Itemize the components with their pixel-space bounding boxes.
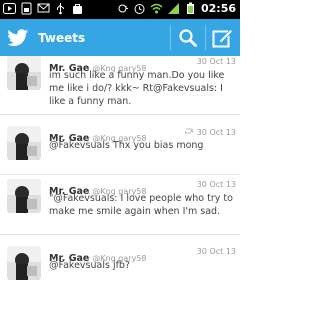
tweet-text: im such like a funny man.Do you like me … — [49, 70, 225, 107]
clock: 02:56 — [200, 2, 236, 15]
tweet-header: Mr. Gae @Kng gary58 30 Oct 13 — [49, 246, 236, 264]
tweet-date: 30 Oct 13 — [196, 57, 236, 66]
tweet-text: "@Fakevsuals: I love people who try to m… — [49, 193, 233, 217]
notification-icon — [37, 3, 50, 13]
usb-icon — [57, 3, 64, 15]
tweet-item[interactable]: Mr. Gae @Kng gary58 30 Oct 13 "@Fakevsual… — [0, 174, 240, 235]
tweet-header: Mr. Gae @Kng gary58 30 Oct 13 — [49, 56, 236, 74]
compose-icon — [212, 28, 234, 47]
wifi-icon — [150, 3, 163, 14]
status-bar: 02:56 — [0, 0, 240, 19]
search-icon — [179, 28, 197, 47]
avatar[interactable] — [7, 179, 41, 213]
tweet-text: @Fakevsuals jfb? — [49, 260, 131, 271]
tweet-list[interactable]: Mr. Gae @Kng gary58 30 Oct 13 im such lik… — [0, 56, 240, 320]
avatar[interactable] — [7, 56, 41, 90]
bag-icon — [73, 4, 82, 14]
tweet-header: Mr. Gae @Kng gary58 30 Oct 13 — [49, 126, 236, 144]
sim-icon — [21, 2, 32, 15]
avatar[interactable] — [7, 126, 41, 160]
tweet-item[interactable]: Mr. Gae @Kng gary58 30 Oct 13 @Fakevsuals… — [0, 234, 240, 320]
tweet-text: @Fakevsuals Thx you bias mong — [49, 140, 204, 151]
avatar[interactable] — [7, 246, 41, 280]
page-title: Tweets — [38, 30, 86, 45]
twitter-bird-icon[interactable] — [7, 28, 29, 47]
tweet-date-wrap: 30 Oct 13 — [184, 127, 236, 137]
tweet-date: 30 Oct 13 — [196, 128, 236, 137]
play-icon — [3, 3, 16, 14]
alarm-icon — [134, 4, 145, 14]
sync-icon — [118, 4, 128, 13]
compose-button[interactable] — [206, 19, 240, 56]
tweet-header: Mr. Gae @Kng gary58 30 Oct 13 — [49, 179, 236, 197]
tweet-item[interactable]: Mr. Gae @Kng gary58 30 Oct 13 @Fakevsuals… — [0, 114, 240, 175]
tweet-item[interactable]: Mr. Gae @Kng gary58 30 Oct 13 im such lik… — [0, 56, 240, 115]
retweet-icon — [184, 128, 194, 134]
action-bar: Tweets — [0, 19, 240, 56]
battery-icon — [186, 2, 194, 14]
tweet-date: 30 Oct 13 — [196, 247, 236, 256]
signal-icon — [167, 3, 179, 14]
search-button[interactable] — [171, 19, 205, 56]
tweet-date: 30 Oct 13 — [196, 180, 236, 189]
